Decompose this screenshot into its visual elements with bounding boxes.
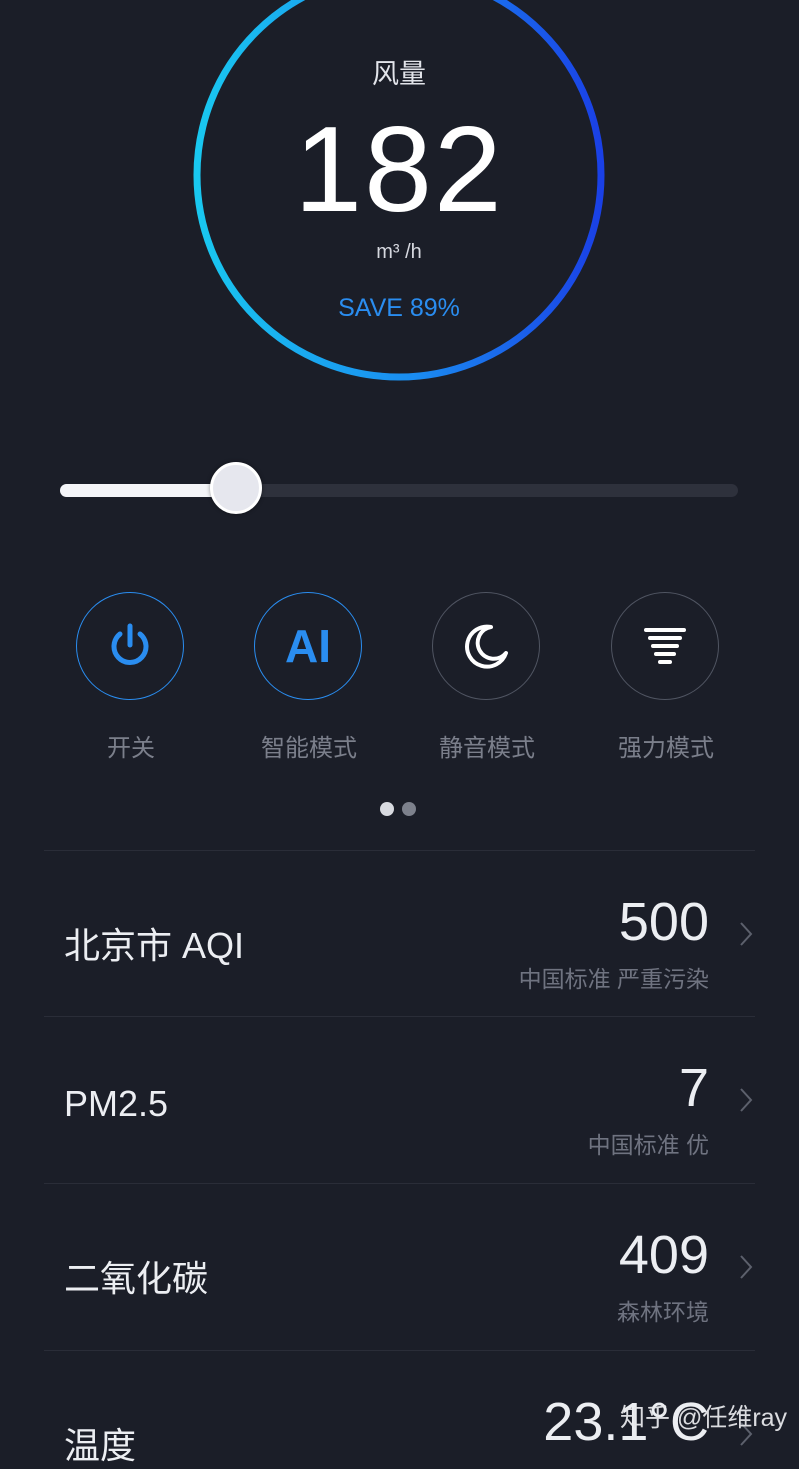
airflow-value: 182 xyxy=(294,101,504,237)
stat-value: 409 xyxy=(618,1225,709,1285)
page-indicator xyxy=(380,802,424,821)
stat-label: 温度 xyxy=(64,1425,137,1466)
turbo-mode-button[interactable] xyxy=(611,592,719,700)
tornado-icon xyxy=(644,628,686,664)
mode-power[interactable]: 开关 xyxy=(76,592,186,763)
mode-turbo[interactable]: 强力模式 xyxy=(611,592,721,763)
stat-row-aqi[interactable]: 北京市 AQI 500 中国标准 严重污染 xyxy=(0,851,799,1017)
moon-icon xyxy=(465,624,508,669)
stat-sub: 中国标准 严重污染 xyxy=(518,966,709,992)
page-dot[interactable] xyxy=(402,802,416,816)
chevron-right-icon xyxy=(740,922,753,946)
stat-value: 500 xyxy=(618,892,709,952)
silent-mode-button[interactable] xyxy=(432,592,540,700)
stat-value: 7 xyxy=(678,1058,709,1118)
power-button[interactable] xyxy=(76,592,184,700)
gauge-title: 风量 xyxy=(372,59,426,89)
mode-ai[interactable]: AI 智能模式 xyxy=(254,592,364,763)
airflow-slider[interactable] xyxy=(60,462,738,514)
chevron-right-icon xyxy=(740,1088,753,1112)
airflow-unit: m³ /h xyxy=(376,241,422,263)
stat-sub: 森林环境 xyxy=(617,1299,709,1325)
stat-label: 二氧化碳 xyxy=(64,1258,209,1299)
stat-sub: 中国标准 优 xyxy=(587,1132,709,1158)
power-icon xyxy=(111,623,149,665)
stat-label: 北京市 AQI xyxy=(64,925,245,966)
save-percent: SAVE 89% xyxy=(338,294,460,322)
ai-icon: AI xyxy=(285,620,331,672)
mode-label-turbo: 强力模式 xyxy=(618,735,714,762)
mode-silent[interactable]: 静音模式 xyxy=(432,592,542,763)
chevron-right-icon xyxy=(740,1255,753,1279)
slider-thumb[interactable] xyxy=(210,462,262,514)
mode-label-power: 开关 xyxy=(107,735,155,762)
stat-row-co2[interactable]: 二氧化碳 409 森林环境 xyxy=(0,1184,799,1350)
mode-label-ai: 智能模式 xyxy=(261,735,357,762)
stat-label: PM2.5 xyxy=(64,1083,169,1124)
ai-mode-button[interactable]: AI xyxy=(254,592,362,700)
mode-label-silent: 静音模式 xyxy=(439,735,535,762)
airflow-gauge: 风量 182 m³ /h SAVE 89% xyxy=(192,0,606,382)
page-dot-active[interactable] xyxy=(380,802,394,816)
watermark: 知乎 @任维ray xyxy=(620,1404,788,1432)
stat-row-pm25[interactable]: PM2.5 7 中国标准 优 xyxy=(0,1017,799,1183)
